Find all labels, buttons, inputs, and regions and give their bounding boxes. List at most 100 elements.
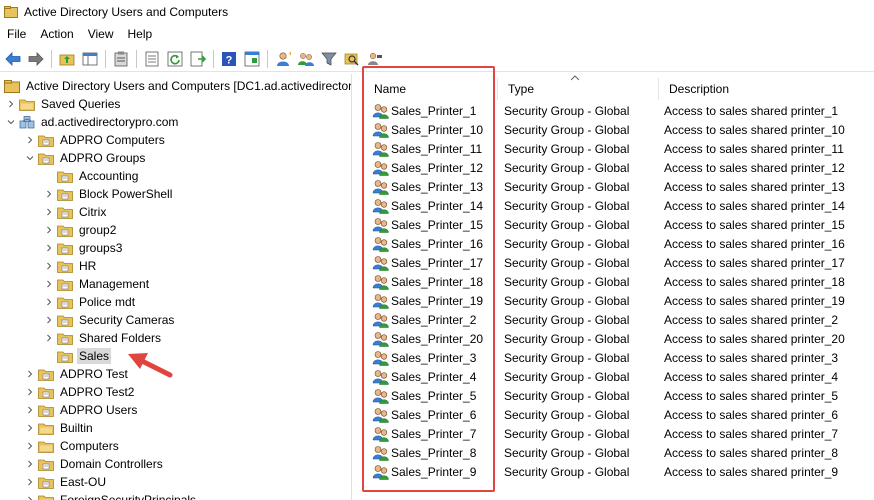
cell-type: Security Group - Global [504,274,630,289]
tree-item[interactable]: Citrix [43,203,108,221]
column-header-description[interactable]: Description [659,78,874,100]
tree-item[interactable]: group2 [43,221,118,239]
cell-type: Security Group - Global [504,350,630,365]
chevron-right-icon[interactable] [24,365,36,383]
organizational-unit-icon [38,476,54,489]
chevron-right-icon[interactable] [43,239,55,257]
tree-item[interactable]: HR [43,257,98,275]
chevron-right-icon[interactable] [43,203,55,221]
tree-item[interactable]: East-OU [24,473,108,491]
chevron-down-icon[interactable] [24,149,36,167]
refresh-icon[interactable] [165,49,185,69]
chevron-right-icon[interactable] [24,437,36,455]
tree-item[interactable]: ADPRO Users [24,401,139,419]
tree-item[interactable]: ad.activedirectorypro.com [5,113,180,131]
tree-item[interactable]: Security Cameras [43,311,176,329]
menu-view[interactable]: View [81,24,121,44]
cell-type: Security Group - Global [504,426,630,441]
forward-arrow-icon[interactable] [26,49,46,69]
tree-item[interactable]: ForeignSecurityPrincipals [24,491,198,500]
tree-item[interactable]: Sales [43,347,112,365]
chevron-right-icon[interactable] [24,473,36,491]
tree-item-label: ADPRO Computers [60,133,165,147]
menu-file[interactable]: File [0,24,33,44]
chevron-right-icon[interactable] [43,257,55,275]
organizational-unit-icon [57,314,73,327]
tree-item[interactable]: ADPRO Groups [24,149,147,167]
toolbar-separator [213,49,214,68]
organizational-unit-icon [38,386,54,399]
mmc-icon[interactable] [242,49,262,69]
chevron-right-icon[interactable] [24,131,36,149]
cell-type: Security Group - Global [504,445,630,460]
tree-item[interactable]: Saved Queries [5,95,122,113]
tree-item[interactable]: Block PowerShell [43,185,174,203]
tree-item[interactable]: Domain Controllers [24,455,165,473]
chevron-right-icon[interactable] [24,455,36,473]
tree-item[interactable]: groups3 [43,239,124,257]
cell-description: Access to sales shared printer_5 [664,388,839,403]
properties-icon[interactable] [142,49,162,69]
chevron-down-icon[interactable] [5,113,17,131]
cell-type: Security Group - Global [504,198,630,213]
show-console-tree-icon[interactable] [80,49,100,69]
tree-item[interactable]: Management [43,275,151,293]
cell-description: Access to sales shared printer_17 [664,255,845,270]
chevron-right-icon[interactable] [24,419,36,437]
organizational-unit-icon [57,188,73,201]
tree-item-label: Citrix [79,205,107,219]
help-icon[interactable]: ? [219,49,239,69]
tree-item[interactable]: ADPRO Test2 [24,383,136,401]
cell-type: Security Group - Global [504,122,630,137]
domain-icon [19,115,35,129]
chevron-right-icon[interactable] [43,221,55,239]
organizational-unit-icon [57,260,73,273]
chevron-right-icon[interactable] [5,95,17,113]
chevron-right-icon[interactable] [43,311,55,329]
find-icon[interactable] [342,49,362,69]
tree-item[interactable]: Accounting [43,167,140,185]
tree-item-label: ADPRO Users [60,403,138,417]
chevron-right-icon[interactable] [24,491,36,500]
tree-root[interactable]: Active Directory Users and Computers [DC… [0,77,351,95]
organizational-unit-icon [38,404,54,417]
tree-item-label: Accounting [79,169,139,183]
ad-users-computers-icon [4,79,20,93]
ad-users-computers-icon [4,6,18,18]
cell-type: Security Group - Global [504,369,630,384]
chevron-right-icon[interactable] [43,293,55,311]
toolbar-separator [267,49,268,68]
tree-item-label: Domain Controllers [60,457,163,471]
menu-action[interactable]: Action [33,24,80,44]
new-group-icon[interactable] [296,49,316,69]
column-header-type[interactable]: Type [498,78,659,100]
window-title: Active Directory Users and Computers [24,5,229,19]
svg-text:✦: ✦ [288,51,291,58]
tree-item-label: Saved Queries [41,97,121,111]
tree-item[interactable]: ADPRO Computers [24,131,167,149]
new-user-icon[interactable]: ✦ [273,49,293,69]
chevron-right-icon[interactable] [43,275,55,293]
tree-item[interactable]: Computers [24,437,121,455]
tree-item[interactable]: ADPRO Test [24,365,130,383]
back-arrow-icon[interactable] [3,49,23,69]
chevron-right-icon[interactable] [24,383,36,401]
chevron-right-icon[interactable] [43,185,55,203]
cell-description: Access to sales shared printer_16 [664,236,845,251]
tree-item-label: Builtin [60,421,93,435]
tree-item-label: Shared Folders [79,331,162,345]
filter-icon[interactable] [319,49,339,69]
tree-item[interactable]: Police mdt [43,293,137,311]
folder-up-icon[interactable] [57,49,77,69]
cell-description: Access to sales shared printer_9 [664,464,839,479]
chevron-right-icon[interactable] [24,401,36,419]
clipboard-icon[interactable] [111,49,131,69]
menu-help[interactable]: Help [121,24,160,44]
tree-item[interactable]: Builtin [24,419,95,437]
menu-bar: File Action View Help [0,24,874,44]
tree-item-label: group2 [79,223,117,237]
export-list-icon[interactable] [188,49,208,69]
chevron-right-icon[interactable] [43,329,55,347]
pointer-arrow-icon [128,353,173,378]
